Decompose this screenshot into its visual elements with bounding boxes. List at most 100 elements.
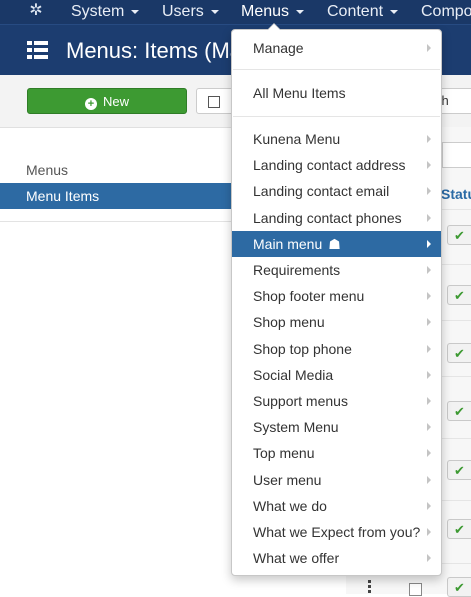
page-title: Menus: Items (Ma — [66, 38, 243, 63]
dropdown-item-shop-menu[interactable]: Shop menu — [232, 309, 441, 335]
dropdown-item-shop-top-phone[interactable]: Shop top phone — [232, 336, 441, 362]
dropdown-item-kunena-menu[interactable]: Kunena Menu — [232, 126, 441, 152]
sidebar-item-menu-items[interactable]: Menu Items — [0, 183, 232, 209]
chevron-right-icon — [427, 502, 431, 510]
published-toggle[interactable]: ✔ — [447, 285, 471, 305]
nav-users[interactable]: Users — [162, 0, 219, 24]
dropdown-item-label: What we offer — [253, 550, 340, 566]
dropdown-divider — [233, 69, 440, 70]
published-toggle[interactable]: ✔ — [447, 343, 471, 363]
dropdown-item-landing-contact-address[interactable]: Landing contact address — [232, 152, 441, 178]
dropdown-item-system-menu[interactable]: System Menu — [232, 414, 441, 440]
published-toggle[interactable]: ✔ — [447, 577, 471, 597]
plus-circle-icon: + — [84, 98, 97, 110]
dropdown-item-social-media[interactable]: Social Media — [232, 362, 441, 388]
chevron-right-icon — [427, 318, 431, 326]
sidebar-item-menus[interactable]: Menus — [0, 157, 232, 183]
dropdown-item-label: User menu — [253, 472, 322, 488]
dropdown-item-what-we-expect[interactable]: What we Expect from you? — [232, 519, 441, 545]
chevron-right-icon — [427, 449, 431, 457]
dropdown-item-shop-footer-menu[interactable]: Shop footer menu — [232, 283, 441, 309]
check-icon: ✔ — [454, 404, 465, 419]
list-icon — [27, 41, 48, 60]
published-toggle[interactable]: ✔ — [447, 225, 471, 245]
nav-content-label: Content — [327, 3, 384, 20]
status-column-header[interactable]: Statu — [441, 186, 471, 202]
check-icon: ✔ — [454, 288, 465, 303]
sidebar-item-label: Menu Items — [26, 188, 100, 204]
caret-down-icon — [131, 9, 140, 14]
nav-content[interactable]: Content — [327, 0, 399, 24]
check-icon: ✔ — [454, 228, 465, 243]
nav-menus-label: Menus — [241, 3, 290, 20]
chevron-right-icon — [427, 240, 431, 248]
dropdown-item-label: Social Media — [253, 367, 334, 383]
chevron-right-icon — [427, 161, 431, 169]
drag-handle-icon[interactable] — [368, 580, 372, 594]
new-button[interactable]: + New — [27, 88, 187, 114]
dropdown-item-label: Top menu — [253, 445, 315, 461]
new-button-label: New — [102, 94, 129, 109]
chevron-right-icon — [427, 423, 431, 431]
chevron-right-icon — [427, 135, 431, 143]
dropdown-item-all-menu-items[interactable]: All Menu Items — [232, 80, 441, 106]
dropdown-item-label: Shop footer menu — [253, 288, 365, 304]
dropdown-item-landing-contact-email[interactable]: Landing contact email — [232, 178, 441, 204]
dropdown-divider — [233, 116, 440, 117]
chevron-right-icon — [427, 266, 431, 274]
top-navbar: ✲ System Users Menus Content Compo — [0, 0, 471, 24]
menus-dropdown: Manage All Menu Items Kunena Menu Landin… — [231, 23, 442, 576]
dropdown-item-top-menu[interactable]: Top menu — [232, 440, 441, 466]
published-toggle[interactable]: ✔ — [447, 519, 471, 539]
dropdown-item-user-menu[interactable]: User menu — [232, 467, 441, 493]
dropdown-item-manage[interactable]: Manage — [232, 35, 441, 61]
dropdown-item-requirements[interactable]: Requirements — [232, 257, 441, 283]
chevron-right-icon — [427, 345, 431, 353]
dropdown-item-label: Kunena Menu — [253, 131, 341, 147]
dropdown-item-what-we-offer[interactable]: What we offer — [232, 545, 441, 571]
chevron-right-icon — [427, 397, 431, 405]
dropdown-item-support-menus[interactable]: Support menus — [232, 388, 441, 414]
dropdown-item-label: What we do — [253, 498, 327, 514]
caret-down-icon — [296, 9, 305, 14]
published-toggle[interactable]: ✔ — [447, 401, 471, 421]
dropdown-item-label: All Menu Items — [253, 85, 346, 101]
dropdown-item-label: System Menu — [253, 419, 339, 435]
check-icon: ✔ — [454, 346, 465, 361]
sidebar-item-label: Menus — [26, 162, 69, 178]
chevron-right-icon — [427, 371, 431, 379]
edit-icon — [208, 96, 220, 108]
dropdown-item-label: Shop menu — [253, 314, 325, 330]
dropdown-item-label: Landing contact phones — [253, 210, 402, 226]
dropdown-item-label: What we Expect from you? — [253, 524, 421, 540]
nav-users-label: Users — [162, 3, 204, 20]
dropdown-item-label: Shop top phone — [253, 341, 352, 357]
chevron-right-icon — [427, 292, 431, 300]
home-icon: ☗ — [328, 236, 341, 252]
caret-down-icon — [210, 9, 219, 14]
chevron-right-icon — [427, 476, 431, 484]
nav-system[interactable]: System — [71, 0, 140, 24]
joomla-logo-icon[interactable]: ✲ — [27, 2, 45, 20]
check-icon: ✔ — [454, 580, 465, 595]
dropdown-notch-inner — [268, 24, 280, 30]
dropdown-item-what-we-do[interactable]: What we do — [232, 493, 441, 519]
chevron-right-icon — [427, 554, 431, 562]
published-toggle[interactable]: ✔ — [447, 460, 471, 480]
caret-down-icon — [390, 9, 399, 14]
nav-components-label: Compo — [421, 3, 471, 20]
chevron-right-icon — [427, 214, 431, 222]
dropdown-item-landing-contact-phones[interactable]: Landing contact phones — [232, 205, 441, 231]
nav-menus[interactable]: Menus — [241, 0, 305, 24]
nav-components[interactable]: Compo — [421, 0, 471, 24]
chevron-right-icon — [427, 44, 431, 52]
check-icon: ✔ — [454, 463, 465, 478]
dropdown-item-label: Landing contact address — [253, 157, 406, 173]
check-icon: ✔ — [454, 522, 465, 537]
dropdown-item-label: Requirements — [253, 262, 341, 278]
dropdown-item-label: Main menu — [253, 236, 323, 252]
dropdown-item-main-menu[interactable]: Main menu ☗ — [232, 231, 441, 257]
dropdown-item-label: Support menus — [253, 393, 348, 409]
filter-select[interactable] — [442, 142, 471, 168]
row-checkbox[interactable] — [409, 583, 422, 596]
